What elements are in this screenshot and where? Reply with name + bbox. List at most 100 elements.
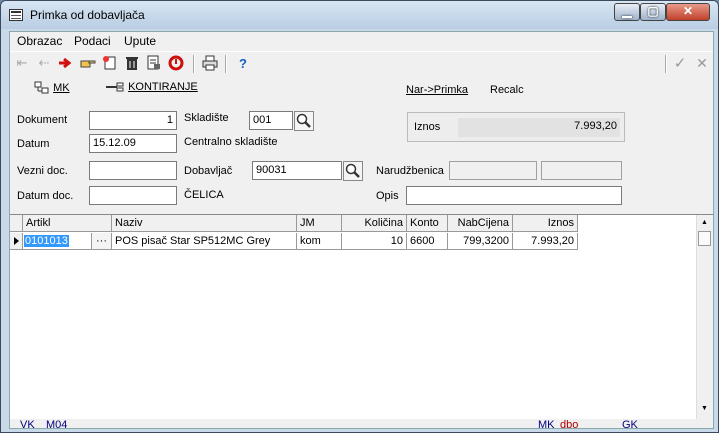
- previous-record-icon[interactable]: ⇠: [36, 55, 52, 71]
- menu-bar: Obrazac Podaci Upute: [10, 32, 713, 50]
- new-doc-icon: [103, 56, 116, 70]
- status-dbo: dbo: [560, 419, 579, 431]
- print-icon[interactable]: [202, 55, 218, 71]
- nar-primka-button[interactable]: Nar->Primka: [406, 84, 468, 96]
- col-konto[interactable]: Konto: [407, 215, 448, 232]
- next-record-icon[interactable]: [58, 55, 74, 71]
- skladiste-label: Skladište: [184, 112, 229, 124]
- close-button[interactable]: ✕: [666, 3, 710, 21]
- grid-vertical-scrollbar[interactable]: ▲ ▼: [696, 215, 713, 419]
- printer-icon: [202, 55, 218, 71]
- dobavljac-label: Dobavljač: [184, 165, 233, 177]
- kontiranje-button[interactable]: KONTIRANJE: [105, 81, 198, 93]
- cell-konto[interactable]: 6600: [407, 233, 448, 250]
- datum-label: Datum: [17, 138, 50, 150]
- datum-field[interactable]: 15.12.09: [89, 134, 177, 153]
- minimize-icon: ▁: [622, 4, 632, 18]
- dobavljac-field[interactable]: 90031: [252, 161, 342, 180]
- hand-icon: [80, 60, 96, 68]
- mk-button[interactable]: MK: [34, 81, 70, 95]
- opis-label: Opis: [376, 190, 399, 202]
- dokument-label: Dokument: [17, 114, 68, 126]
- dobavljac-name: ČELICA: [184, 189, 224, 201]
- magnifier-icon: [345, 163, 360, 178]
- narudzbenica-label: Narudžbenica: [376, 165, 444, 177]
- magnifier-icon: [296, 113, 311, 128]
- items-grid: Artikl Naziv JM Količina Konto NabCijena…: [10, 214, 713, 419]
- opis-field[interactable]: [406, 186, 622, 205]
- kontiranje-icon: [106, 82, 124, 92]
- vezni-doc-field[interactable]: [89, 161, 177, 180]
- vezni-doc-label: Vezni doc.: [17, 165, 68, 177]
- artikl-lookup-button[interactable]: ···: [92, 233, 112, 250]
- toolbar-separator: [665, 55, 667, 73]
- edit-document-icon[interactable]: [146, 55, 162, 71]
- status-mk: MK: [538, 419, 555, 431]
- toolbar: ⇤ ⇠ ? ✓ ✕: [10, 51, 713, 76]
- skladiste-name: Centralno skladište: [184, 136, 278, 148]
- datum-doc-label: Datum doc.: [17, 190, 74, 202]
- scroll-down-icon[interactable]: ▼: [701, 405, 708, 412]
- red-arrow-icon: [59, 57, 72, 69]
- kontiranje-label: KONTIRANJE: [128, 81, 198, 93]
- iznos-value: 7.993,20: [458, 118, 620, 137]
- recalc-button[interactable]: Recalc: [490, 84, 524, 96]
- menu-obrazac[interactable]: Obrazac: [17, 34, 62, 48]
- toolbar-separator: [193, 55, 195, 73]
- menu-upute[interactable]: Upute: [124, 34, 156, 48]
- pointer-hand-icon[interactable]: [80, 55, 96, 71]
- narudzbenica-field-1: [449, 161, 537, 180]
- scroll-up-icon[interactable]: ▲: [701, 219, 708, 226]
- confirm-check-icon[interactable]: ✓: [672, 55, 688, 72]
- col-jm[interactable]: JM: [297, 215, 342, 232]
- cell-jm[interactable]: kom: [297, 233, 342, 250]
- window-title: Primka od dobavljača: [30, 8, 145, 22]
- red-refresh-icon: [168, 55, 184, 71]
- scrollbar-thumb[interactable]: [698, 231, 711, 246]
- cell-nabcijena[interactable]: 799,3200: [448, 233, 513, 250]
- main-window: Primka od dobavljača ▁ ▢ ✕ Obrazac Podac…: [0, 0, 719, 433]
- col-kolicina[interactable]: Količina: [342, 215, 407, 232]
- close-icon: ✕: [682, 4, 694, 18]
- skladiste-search-button[interactable]: [294, 111, 314, 131]
- mk-tree-icon: [34, 81, 49, 94]
- refresh-icon[interactable]: [168, 55, 184, 71]
- row-header-corner: [10, 215, 23, 232]
- col-artikl[interactable]: Artikl: [23, 215, 112, 232]
- trash-icon: [126, 57, 138, 70]
- form-client-area: Obrazac Podaci Upute ⇤ ⇠ ? ✓ ✕ MK KONTIR…: [9, 31, 714, 431]
- col-iznos[interactable]: Iznos: [513, 215, 578, 232]
- toolbar-separator: [225, 55, 227, 73]
- delete-icon[interactable]: [124, 55, 140, 71]
- status-m04: M04: [46, 419, 68, 431]
- document-edit-icon: [147, 55, 160, 70]
- new-document-icon[interactable]: [102, 55, 118, 71]
- dobavljac-search-button[interactable]: [343, 161, 363, 181]
- status-vk: VK: [20, 419, 35, 431]
- col-nabcijena[interactable]: NabCijena: [448, 215, 513, 232]
- skladiste-field[interactable]: 001: [249, 111, 293, 130]
- cell-iznos[interactable]: 7.993,20: [513, 233, 578, 250]
- menu-podaci[interactable]: Podaci: [74, 34, 111, 48]
- minimize-button[interactable]: ▁: [614, 3, 640, 21]
- cell-naziv[interactable]: POS pisač Star SP512MC Grey: [112, 233, 297, 250]
- iznos-label: Iznos: [414, 121, 441, 133]
- title-bar: Primka od dobavljača ▁ ▢ ✕: [1, 1, 718, 29]
- mk-label: MK: [53, 81, 70, 94]
- first-record-icon[interactable]: ⇤: [14, 55, 30, 71]
- col-naziv[interactable]: Naziv: [112, 215, 297, 232]
- cell-kolicina[interactable]: 10: [342, 233, 407, 250]
- datum-doc-field[interactable]: [89, 186, 177, 205]
- cell-artikl-value: 0101013: [24, 235, 69, 247]
- cell-artikl[interactable]: 0101013: [23, 233, 92, 250]
- dokument-field[interactable]: 1: [89, 111, 177, 130]
- app-form-icon: [9, 9, 23, 21]
- status-gk: GK: [622, 419, 638, 431]
- help-icon[interactable]: ?: [235, 55, 251, 71]
- maximize-icon: ▢: [647, 4, 659, 18]
- iznos-panel: Iznos 7.993,20: [407, 112, 625, 142]
- status-bar: VK M04 MK dbo GK: [10, 418, 713, 431]
- cancel-x-icon[interactable]: ✕: [694, 55, 710, 71]
- maximize-button[interactable]: ▢: [640, 3, 666, 21]
- row-indicator[interactable]: [10, 233, 23, 250]
